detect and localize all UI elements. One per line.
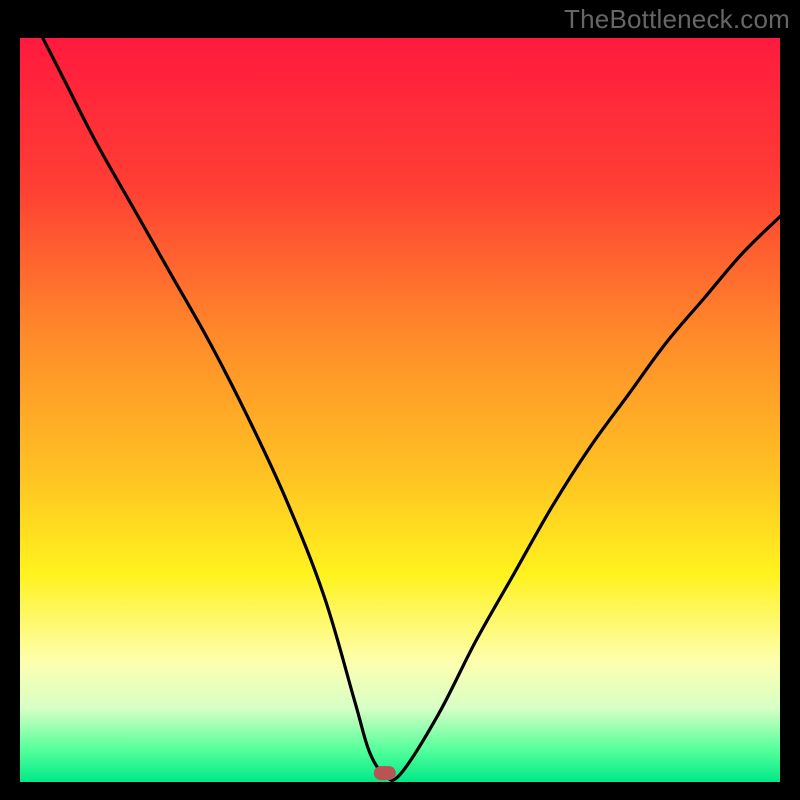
minimum-marker <box>374 766 396 780</box>
plot-background <box>20 38 780 782</box>
bottleneck-chart: TheBottleneck.com <box>0 0 800 800</box>
chart-svg <box>0 0 800 800</box>
watermark-text: TheBottleneck.com <box>564 4 790 35</box>
